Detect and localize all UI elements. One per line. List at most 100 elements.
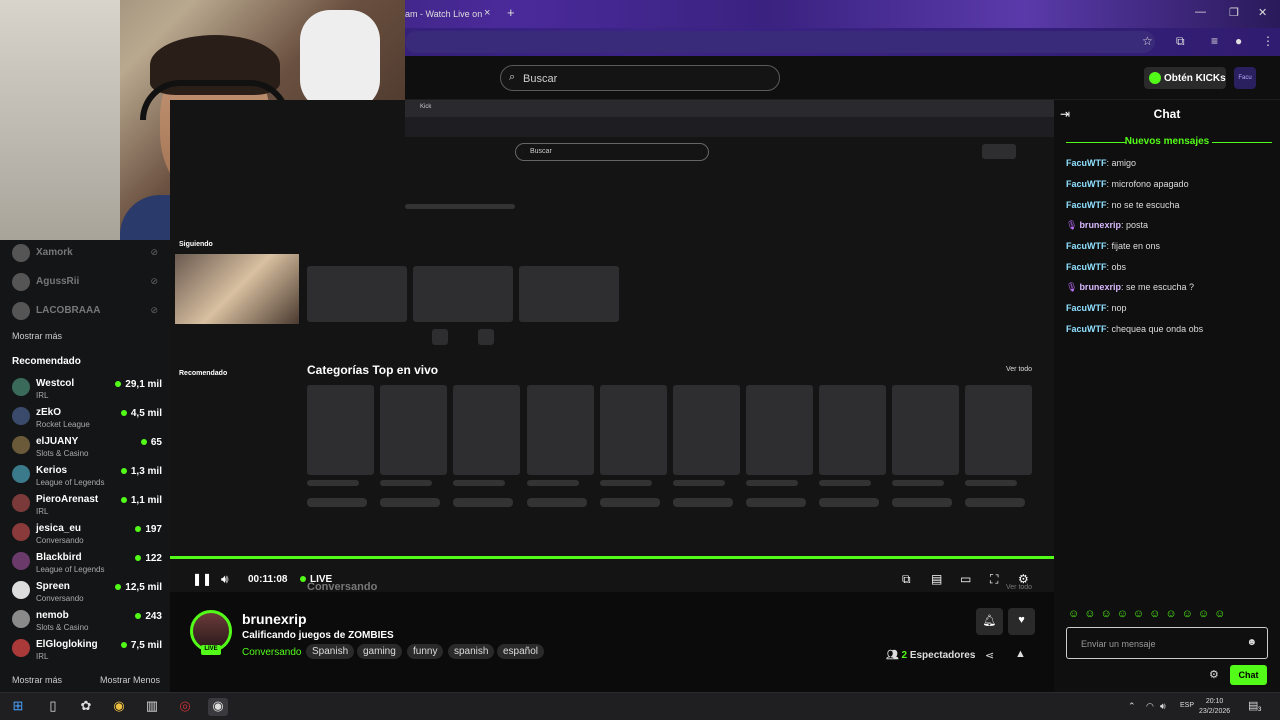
sidebar-channel[interactable]: zEkO Rocket League 4,5 mil: [12, 405, 162, 434]
report-icon[interactable]: ▲: [1015, 648, 1026, 660]
app-icon[interactable]: ✿: [76, 698, 96, 716]
skeleton-line: [600, 480, 652, 486]
chat-message: FacuWTF: microfono apagado: [1066, 179, 1189, 189]
video-player[interactable]: Kick Buscar Siguiendo Recomendado Catego…: [170, 100, 1054, 592]
viewer-count: 122: [135, 553, 162, 564]
sidebar-channel-offline[interactable]: Xamork ⊘: [12, 242, 162, 271]
tag[interactable]: spanish: [448, 644, 495, 659]
skeleton-pill: [527, 498, 587, 507]
tag[interactable]: funny: [407, 644, 444, 659]
menu-icon[interactable]: ⋮: [1262, 34, 1274, 48]
live-badge: LIVE: [201, 645, 221, 655]
notification-bell-icon[interactable]: 🔔︎: [976, 608, 1003, 635]
pause-icon[interactable]: ❚❚: [192, 572, 212, 586]
miniplayer-icon[interactable]: ⧉: [902, 572, 911, 587]
show-more-following[interactable]: Mostrar más: [12, 331, 62, 341]
volume-icon[interactable]: 🔊︎: [221, 572, 229, 587]
file-icon[interactable]: ▯: [43, 698, 63, 716]
offline-icon: ⊘: [150, 276, 158, 286]
viewer-number: 2: [901, 650, 908, 661]
tag[interactable]: gaming: [357, 644, 402, 659]
channel-category: IRL: [36, 652, 49, 661]
get-kicks-button[interactable]: Obtén KICKs: [1144, 67, 1226, 89]
notifications-icon[interactable]: ▤: [1248, 699, 1258, 712]
chat-text: microfono apagado: [1111, 179, 1189, 189]
chat-title: Chat: [1153, 107, 1181, 121]
chat-user[interactable]: FacuWTF: [1066, 200, 1107, 210]
sidebar-channel[interactable]: Kerios League of Legends 1,3 mil: [12, 463, 162, 492]
profile-icon[interactable]: ●: [1235, 34, 1242, 48]
network-icon[interactable]: ◠: [1146, 701, 1154, 712]
chat-user[interactable]: brunexrip: [1079, 282, 1121, 292]
clock-date: 23/2/2026: [1199, 708, 1231, 715]
viewer-count: 197: [135, 524, 162, 535]
sidebar-channel[interactable]: PieroArenast IRL 1,1 mil: [12, 492, 162, 521]
get-kicks-label: Obtén KICKs: [1164, 73, 1226, 84]
sidebar-channel-offline[interactable]: AgussRii ⊘: [12, 271, 162, 300]
volume-tray-icon[interactable]: 🔊︎: [1160, 701, 1166, 712]
minimize-icon[interactable]: —: [1195, 6, 1206, 18]
collapse-chat-icon[interactable]: ⇥: [1060, 107, 1070, 121]
stream-category[interactable]: Conversando: [242, 647, 301, 658]
chrome-icon[interactable]: ◉: [109, 698, 129, 716]
maximize-icon[interactable]: ❐: [1229, 6, 1239, 19]
search-input[interactable]: ⌕ Buscar: [500, 65, 780, 91]
share-icon[interactable]: ⋖: [985, 649, 994, 662]
tag[interactable]: Spanish: [306, 644, 355, 659]
clip-icon[interactable]: ▤: [931, 572, 942, 586]
sidebar-channel[interactable]: nemob Slots & Casino 243: [12, 608, 162, 637]
windows-start-icon[interactable]: ⊞: [8, 698, 28, 716]
close-tab-icon[interactable]: ×: [484, 7, 490, 19]
skeleton-pill: [965, 498, 1025, 507]
show-less-recommended[interactable]: Mostrar Menos: [100, 675, 160, 685]
theater-mode-icon[interactable]: ▭: [960, 572, 971, 586]
tag[interactable]: español: [497, 644, 545, 659]
chat-user[interactable]: brunexrip: [1079, 220, 1121, 230]
viewer-count: 4,5 mil: [121, 408, 162, 419]
skeleton-card: [413, 266, 513, 322]
extensions-icon[interactable]: ⧉: [1176, 34, 1185, 49]
taskbar: ⊞ ▯ ✿ ◉ ▥ ◎ ◉ ⌃ ◠ 🔊︎ ESP 20:10 23/2/2026…: [0, 692, 1280, 720]
emote-bar[interactable]: ☺☺☺☺☺☺☺☺☺☺: [1068, 608, 1268, 624]
chat-user[interactable]: FacuWTF: [1066, 241, 1107, 251]
fullscreen-icon[interactable]: ⛶: [990, 572, 998, 587]
chat-send-button[interactable]: Chat: [1230, 665, 1267, 685]
bookmark-star-icon[interactable]: ☆: [1142, 34, 1153, 48]
sidebar-channel[interactable]: Westcol IRL 29,1 mil: [12, 376, 162, 405]
chat-input[interactable]: Enviar un mensaje ☻: [1066, 627, 1268, 659]
avatar: [12, 639, 30, 657]
chat-text: se me escucha ?: [1125, 282, 1195, 292]
tray-chevron-icon[interactable]: ⌃: [1128, 701, 1136, 712]
sidebar-channel[interactable]: Blackbird League of Legends 122: [12, 550, 162, 579]
language-indicator[interactable]: ESP: [1180, 702, 1194, 709]
chat-user[interactable]: FacuWTF: [1066, 303, 1107, 313]
progress-bar[interactable]: [170, 556, 1054, 559]
chat-user[interactable]: FacuWTF: [1066, 158, 1107, 168]
emoji-icon[interactable]: ☻: [1246, 637, 1257, 648]
channel-name[interactable]: brunexrip: [242, 611, 307, 627]
channel-category: Rocket League: [36, 420, 90, 429]
new-tab-button[interactable]: +: [507, 5, 515, 20]
sidebar-channel[interactable]: ElGlogloking IRL 7,5 mil: [12, 637, 162, 666]
chat-settings-icon[interactable]: ⚙: [1209, 668, 1219, 681]
sidebar-channel[interactable]: elJUANY Slots & Casino 65: [12, 434, 162, 463]
user-avatar[interactable]: Facu: [1234, 67, 1256, 89]
chrome-active-icon[interactable]: ◉: [208, 698, 228, 716]
close-window-icon[interactable]: ✕: [1258, 6, 1267, 19]
playlist-icon[interactable]: ≡: [1211, 34, 1218, 48]
settings-gear-icon[interactable]: ⚙: [1018, 572, 1029, 586]
chat-user[interactable]: FacuWTF: [1066, 262, 1107, 272]
show-more-recommended[interactable]: Mostrar más: [12, 675, 62, 685]
clock[interactable]: 20:10 23/2/2026: [1199, 697, 1230, 717]
follow-heart-icon[interactable]: ♥: [1008, 608, 1035, 635]
chat-message: 🎙︎ brunexrip: se me escucha ?: [1066, 282, 1195, 292]
sidebar-channel[interactable]: Spreen Conversando 12,5 mil: [12, 579, 162, 608]
app-icon[interactable]: ▥: [142, 698, 162, 716]
chat-user[interactable]: FacuWTF: [1066, 179, 1107, 189]
sidebar-channel-offline[interactable]: LACOBRAAA ⊘: [12, 300, 162, 329]
obs-icon[interactable]: ◎: [175, 698, 195, 716]
skeleton-category: [892, 385, 959, 475]
sidebar-channel[interactable]: jesica_eu Conversando 197: [12, 521, 162, 550]
chat-user[interactable]: FacuWTF: [1066, 324, 1107, 334]
address-bar[interactable]: [405, 31, 1155, 53]
